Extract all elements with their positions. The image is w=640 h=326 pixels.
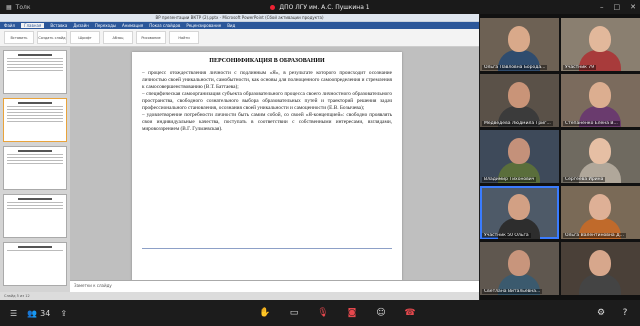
participant-name: Владимир Тихонович [482, 177, 537, 182]
slide-thumbnails [0, 47, 70, 300]
ribbon-tab[interactable]: Показ слайдов [149, 23, 180, 28]
microphone-off-icon[interactable]: 🎙 [316, 306, 330, 320]
leave-call-icon[interactable]: ☎ [403, 306, 417, 320]
ribbon-tab[interactable]: Главная [21, 23, 45, 28]
participant-name: Светлана Витальевна... [482, 289, 543, 294]
participant-avatar [508, 194, 530, 220]
participant-name: Участник 79 [563, 65, 596, 70]
participant-avatar [589, 82, 611, 108]
settings-icon[interactable]: ⚙ [594, 306, 608, 320]
shared-screen: ВР презентации ВКТР (2).pptx - Microsoft… [0, 14, 479, 300]
participant-tile[interactable]: Ольга Валентиновна Д... [561, 186, 640, 239]
participant-name: Сергеева Ирина [563, 177, 606, 182]
ribbon-tab[interactable]: Анимация [122, 23, 143, 28]
reactions-icon[interactable]: ☺ [374, 306, 388, 320]
participant-avatar [508, 138, 530, 164]
participant-tile[interactable]: Ольга Павловна Борода... [480, 18, 559, 71]
meeting-title: ДПО ЛГУ им. А.С. Пушкина 1 [279, 3, 370, 11]
slide-thumbnail[interactable] [3, 146, 67, 190]
powerpoint-workspace: ПЕРСОНИФИКАЦИЯ В ОБРАЗОВАНИИ – процесс о… [0, 47, 479, 300]
participants-button[interactable]: 👥 34 [27, 309, 50, 318]
slide-thumbnail[interactable] [3, 50, 67, 94]
ribbon-group[interactable]: Создать слайд [37, 31, 67, 44]
participant-avatar [589, 250, 611, 276]
slide-thumbnail[interactable] [3, 194, 67, 238]
participant-tile[interactable]: Участник 79 [561, 18, 640, 71]
ribbon-group[interactable]: Шрифт [70, 31, 100, 44]
slide-thumbnail[interactable] [3, 242, 67, 286]
slide-paragraph: – специфическая самоорганизация субъекта… [142, 91, 392, 111]
participant-avatar [508, 26, 530, 52]
chat-icon[interactable]: ☰ [10, 309, 17, 318]
ribbon-tab[interactable]: Дизайн [73, 23, 89, 28]
participants-count: 34 [40, 308, 51, 318]
ribbon-tab[interactable]: Вид [227, 23, 235, 28]
participant-avatar [589, 26, 611, 52]
ribbon-tab[interactable]: Файл [4, 23, 15, 28]
slide-editor: ПЕРСОНИФИКАЦИЯ В ОБРАЗОВАНИИ – процесс о… [70, 47, 479, 300]
participant-avatar [508, 250, 530, 276]
participant-name: Ольга Павловна Борода... [482, 65, 548, 70]
participant-avatar [508, 82, 530, 108]
screen-share-icon[interactable]: ▭ [287, 306, 301, 320]
ribbon-tab[interactable]: Переходы [95, 23, 116, 28]
powerpoint-titlebar: ВР презентации ВКТР (2).pptx - Microsoft… [0, 14, 479, 22]
slide-divider [142, 248, 392, 249]
recording-icon [270, 4, 276, 10]
ribbon-tabs: Файл Главная Вставка Дизайн Переходы Анимация… [0, 22, 479, 29]
ribbon-group[interactable]: Вставить [4, 31, 34, 44]
participant-tile[interactable]: Медведева Людмила Григ... [480, 74, 559, 127]
slide-thumbnail-selected[interactable] [3, 98, 67, 142]
maximize-icon[interactable]: □ [614, 3, 621, 11]
participant-tile[interactable]: Светлана Витальевна... [480, 242, 559, 295]
close-icon[interactable]: ✕ [630, 3, 636, 11]
help-icon[interactable]: ? [618, 306, 632, 320]
ribbon-tab[interactable]: Вставка [50, 23, 67, 28]
participant-gallery: ‹ › Ольга Павловна Борода...Участник 79М… [480, 14, 640, 300]
meeting-toolbar: ☰ 👥 34 ⇪ ✋ ▭ 🎙 ◙ ☺ ☎ ⚙ ? [0, 300, 640, 326]
ribbon-group[interactable]: Абзац [103, 31, 133, 44]
slide-canvas[interactable]: ПЕРСОНИФИКАЦИЯ В ОБРАЗОВАНИИ – процесс о… [132, 52, 402, 281]
raise-hand-icon[interactable]: ✋ [258, 306, 272, 320]
participant-avatar [589, 194, 611, 220]
camera-off-icon[interactable]: ◙ [345, 306, 359, 320]
slide-paragraph: – процесс отождествления личности с подл… [142, 70, 392, 90]
participant-tile[interactable]: Участник 50 Ольга [480, 186, 559, 239]
participant-tile[interactable]: Степаненко Елена В... [561, 74, 640, 127]
meeting-topbar: ▦ Толк ДПО ЛГУ им. А.С. Пушкина 1 – □ ✕ [0, 0, 640, 14]
participant-name: Участник 50 Ольга [482, 233, 531, 238]
slide-paragraph: – удовлетворение потребности личности бы… [142, 112, 392, 132]
slide-title: ПЕРСОНИФИКАЦИЯ В ОБРАЗОВАНИИ [209, 58, 325, 64]
participant-tile[interactable]: Сергеева Ирина [561, 130, 640, 183]
people-icon: 👥 [27, 308, 38, 318]
participant-name: Ольга Валентиновна Д... [563, 233, 626, 238]
participant-avatar [589, 138, 611, 164]
participant-name: Медведева Людмила Григ... [482, 121, 553, 126]
participant-name: Степаненко Елена В... [563, 121, 620, 126]
powerpoint-statusbar: Слайд 5 из 12 [0, 292, 479, 300]
ribbon-tab[interactable]: Рецензирование [186, 23, 221, 28]
participant-tile[interactable]: Владимир Тихонович [480, 130, 559, 183]
notes-pane[interactable]: Заметки к слайду [70, 280, 479, 292]
minimize-icon[interactable]: – [600, 3, 604, 11]
participant-video [579, 274, 621, 295]
ribbon-group[interactable]: Рисование [136, 31, 166, 44]
ribbon: Вставить Создать слайд Шрифт Абзац Рисование… [0, 29, 479, 47]
ribbon-group[interactable]: Найти [169, 31, 199, 44]
participant-tile[interactable] [561, 242, 640, 295]
share-icon[interactable]: ⇪ [60, 309, 67, 318]
